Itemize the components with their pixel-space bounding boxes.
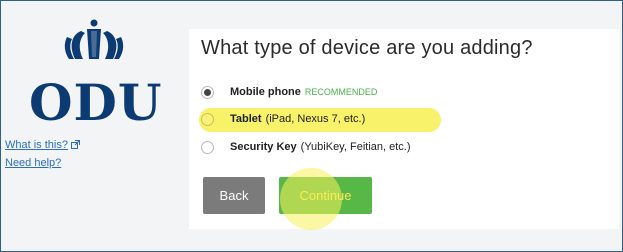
what-is-this-label: What is this? xyxy=(5,139,68,151)
radio-security-key[interactable] xyxy=(201,140,214,154)
back-button[interactable]: Back xyxy=(203,177,265,214)
device-option-tablet[interactable]: Tablet (iPad, Nexus 7, etc.) xyxy=(201,108,365,130)
option-name: Mobile phone xyxy=(230,86,301,98)
option-detail: (YubiKey, Feitian, etc.) xyxy=(300,141,411,153)
page-title: What type of device are you adding? xyxy=(201,37,533,59)
device-type-panel: What type of device are you adding? Mobi… xyxy=(189,29,619,230)
what-is-this-link[interactable]: What is this? xyxy=(5,139,80,151)
option-name: Security Key xyxy=(230,141,297,153)
window-frame: ODU What is this? Need help? What type o… xyxy=(0,0,623,252)
option-detail: (iPad, Nexus 7, etc.) xyxy=(265,113,366,125)
radio-mobile-phone[interactable] xyxy=(201,85,214,99)
need-help-link[interactable]: Need help? xyxy=(5,157,61,169)
radio-tablet[interactable] xyxy=(201,112,214,126)
crown-logo-icon xyxy=(64,19,124,59)
option-name: Tablet xyxy=(230,113,262,125)
external-link-icon xyxy=(70,140,80,149)
continue-button[interactable]: Continue xyxy=(279,177,372,214)
device-option-security-key[interactable]: Security Key (YubiKey, Feitian, etc.) xyxy=(201,136,411,158)
sidebar: ODU What is this? Need help? xyxy=(1,1,177,251)
recommended-badge: RECOMMENDED xyxy=(304,87,378,97)
odu-logo-text: ODU xyxy=(29,73,163,132)
device-option-mobile-phone[interactable]: Mobile phone RECOMMENDED xyxy=(201,81,377,103)
